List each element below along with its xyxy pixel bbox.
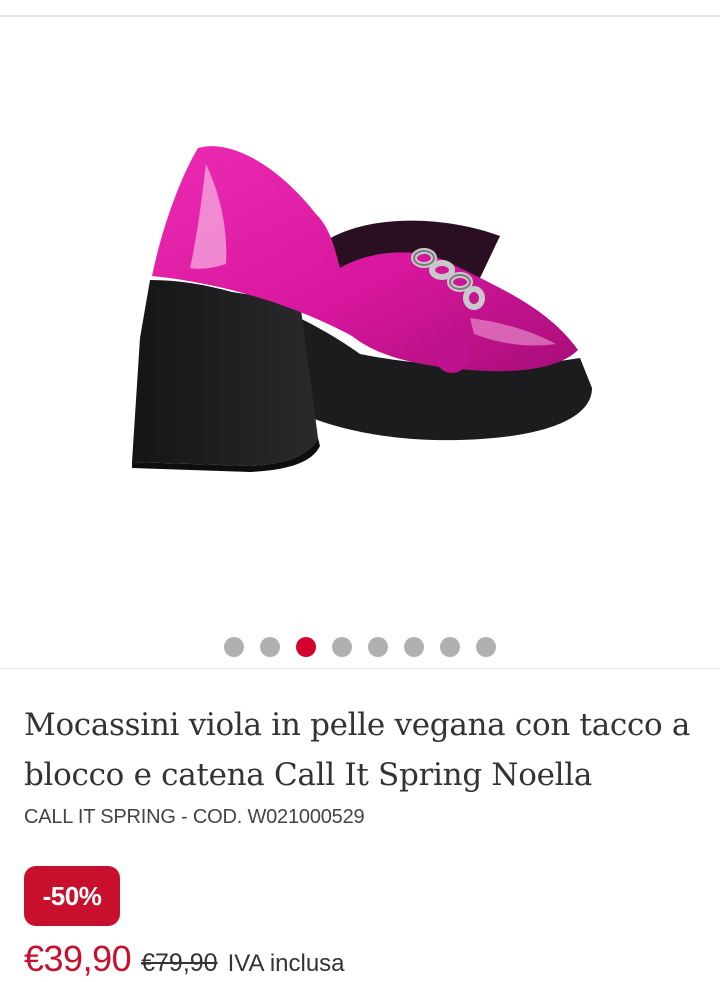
price-row: €39,90 €79,90 IVA inclusa [24, 938, 345, 982]
gallery-pagination [0, 636, 720, 658]
product-code: COD. W021000529 [192, 806, 365, 828]
current-price: €39,90 [24, 938, 132, 979]
gallery-dot[interactable] [260, 637, 280, 657]
gallery-dot[interactable] [332, 637, 352, 657]
gallery-dot[interactable] [440, 637, 460, 657]
section-divider [0, 668, 720, 669]
gallery-dot-active[interactable] [296, 637, 316, 657]
gallery-dot[interactable] [404, 637, 424, 657]
product-image-gallery[interactable] [0, 18, 720, 628]
original-price: €79,90 [141, 949, 218, 977]
brand-link[interactable]: CALL IT SPRING [24, 806, 176, 828]
gallery-dot[interactable] [368, 637, 388, 657]
product-title: Mocassini viola in pelle vegana con tacc… [24, 707, 691, 793]
discount-badge: -50% [24, 866, 120, 926]
gallery-dot[interactable] [224, 637, 244, 657]
product-image[interactable] [0, 18, 720, 628]
gallery-dot[interactable] [476, 637, 496, 657]
vat-note: IVA inclusa [227, 950, 345, 977]
top-divider [0, 15, 720, 17]
brand-code-line: CALL IT SPRING - COD. W021000529 [24, 806, 365, 829]
code-separator: - [175, 806, 193, 828]
